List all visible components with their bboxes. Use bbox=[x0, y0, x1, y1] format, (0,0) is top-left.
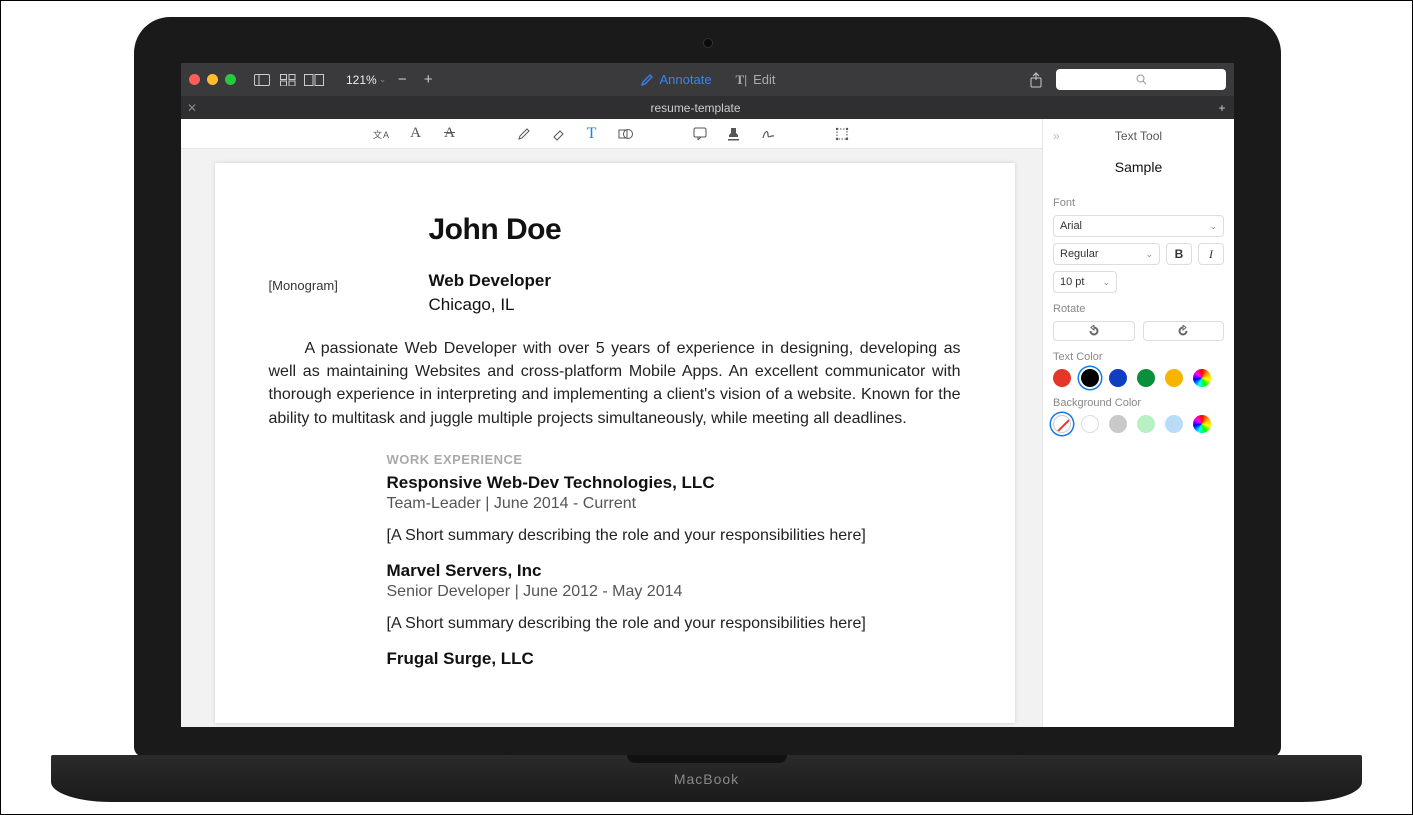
document-tab[interactable]: ✕ resume-template bbox=[181, 101, 1210, 115]
sample-preview: Sample bbox=[1053, 159, 1224, 175]
close-window-button[interactable] bbox=[189, 74, 200, 85]
job-company: Marvel Servers, Inc bbox=[387, 561, 961, 581]
monogram-placeholder: [Monogram] bbox=[269, 278, 338, 293]
zoom-control[interactable]: 121% ⌄ bbox=[346, 73, 386, 87]
note-tool-icon[interactable] bbox=[689, 123, 711, 145]
color-swatch-grey[interactable] bbox=[1109, 415, 1127, 433]
color-swatch-blue[interactable] bbox=[1109, 369, 1127, 387]
resume-name: John Doe bbox=[429, 213, 961, 247]
job-meta: Team-Leader | June 2014 - Current bbox=[387, 495, 961, 513]
color-swatch-yellow[interactable] bbox=[1165, 369, 1183, 387]
rotate-label: Rotate bbox=[1053, 303, 1224, 315]
minimize-window-button[interactable] bbox=[207, 74, 218, 85]
fullscreen-window-button[interactable] bbox=[225, 74, 236, 85]
annotate-label: Annotate bbox=[660, 72, 712, 87]
zoom-in-button[interactable]: + bbox=[418, 71, 438, 89]
annotation-toolbar: 文A A A T bbox=[181, 119, 1042, 149]
text-tool-icon[interactable]: T bbox=[581, 123, 603, 145]
font-family-value: Arial bbox=[1060, 220, 1082, 232]
laptop-brand: MacBook bbox=[674, 771, 739, 787]
shape-tool-icon[interactable] bbox=[615, 123, 637, 145]
job-entry: Marvel Servers, Inc Senior Developer | J… bbox=[387, 561, 961, 601]
selection-handles-icon[interactable] bbox=[831, 123, 853, 145]
bg-color-swatches bbox=[1053, 415, 1224, 433]
text-style-icon[interactable]: 文A bbox=[371, 123, 393, 145]
app-window: 121% ⌄ − + Annotate T| Edit bbox=[181, 63, 1234, 727]
collapse-inspector-icon[interactable]: » bbox=[1053, 129, 1060, 143]
bold-button[interactable]: B bbox=[1166, 243, 1192, 265]
zoom-value: 121% bbox=[346, 73, 377, 87]
camera bbox=[703, 38, 713, 48]
zoom-out-button[interactable]: − bbox=[392, 71, 412, 89]
font-size-select[interactable]: 10 pt ⌄ bbox=[1053, 271, 1117, 293]
font-size-value: 10 pt bbox=[1060, 276, 1084, 288]
stamp-tool-icon[interactable] bbox=[723, 123, 745, 145]
edit-mode-button[interactable]: T| Edit bbox=[736, 72, 776, 88]
italic-button[interactable]: I bbox=[1198, 243, 1224, 265]
inspector-title: Text Tool bbox=[1115, 129, 1162, 143]
tab-title: resume-template bbox=[650, 101, 740, 115]
rotate-ccw-button[interactable] bbox=[1053, 321, 1135, 341]
job-entry: Responsive Web-Dev Technologies, LLC Tea… bbox=[387, 473, 961, 513]
resume-summary: A passionate Web Developer with over 5 y… bbox=[269, 337, 961, 430]
color-swatch-lightblue[interactable] bbox=[1165, 415, 1183, 433]
highlight-a-icon[interactable]: A bbox=[405, 123, 427, 145]
color-swatch-none[interactable] bbox=[1053, 415, 1071, 433]
document-canvas[interactable]: John Doe [Monogram] Web Developer Chicag… bbox=[181, 149, 1042, 727]
color-picker-button[interactable] bbox=[1193, 415, 1211, 433]
color-swatch-lightgreen[interactable] bbox=[1137, 415, 1155, 433]
two-page-icon[interactable] bbox=[304, 71, 324, 89]
search-input[interactable] bbox=[1056, 69, 1226, 90]
font-family-select[interactable]: Arial ⌄ bbox=[1053, 215, 1224, 237]
signature-tool-icon[interactable] bbox=[757, 123, 779, 145]
thumbnails-icon[interactable] bbox=[278, 71, 298, 89]
inspector-panel: » Text Tool Sample Font Arial ⌄ Regular … bbox=[1042, 119, 1234, 727]
color-picker-button[interactable] bbox=[1193, 369, 1211, 387]
titlebar: 121% ⌄ − + Annotate T| Edit bbox=[181, 63, 1234, 96]
pencil-tool-icon[interactable] bbox=[513, 123, 535, 145]
job-description: [A Short summary describing the role and… bbox=[387, 615, 961, 633]
window-controls bbox=[189, 74, 236, 85]
job-company: Frugal Surge, LLC bbox=[387, 649, 961, 669]
annotate-mode-button[interactable]: Annotate bbox=[640, 72, 712, 87]
job-company: Responsive Web-Dev Technologies, LLC bbox=[387, 473, 961, 493]
resume-role: Web Developer bbox=[429, 271, 961, 291]
job-entry: Frugal Surge, LLC bbox=[387, 649, 961, 669]
new-tab-button[interactable]: + bbox=[1210, 101, 1234, 115]
laptop-base: MacBook bbox=[51, 755, 1362, 802]
text-color-label: Text Color bbox=[1053, 351, 1224, 363]
strikethrough-a-icon[interactable]: A bbox=[439, 123, 461, 145]
color-swatch-white[interactable] bbox=[1081, 415, 1099, 433]
eraser-tool-icon[interactable] bbox=[547, 123, 569, 145]
font-label: Font bbox=[1053, 197, 1224, 209]
color-swatch-red[interactable] bbox=[1053, 369, 1071, 387]
edit-label: Edit bbox=[753, 72, 775, 87]
chevron-down-icon: ⌄ bbox=[1145, 249, 1153, 260]
job-description: [A Short summary describing the role and… bbox=[387, 527, 961, 545]
document-page: John Doe [Monogram] Web Developer Chicag… bbox=[215, 163, 1015, 723]
font-weight-select[interactable]: Regular ⌄ bbox=[1053, 243, 1160, 265]
tab-bar: ✕ resume-template + bbox=[181, 96, 1234, 119]
share-icon[interactable] bbox=[1026, 71, 1046, 89]
close-tab-icon[interactable]: ✕ bbox=[187, 101, 197, 115]
chevron-down-icon: ⌄ bbox=[379, 74, 387, 85]
color-swatch-black[interactable] bbox=[1081, 369, 1099, 387]
bg-color-label: Background Color bbox=[1053, 397, 1224, 409]
resume-location: Chicago, IL bbox=[429, 295, 961, 315]
rotate-cw-button[interactable] bbox=[1143, 321, 1225, 341]
text-color-swatches bbox=[1053, 369, 1224, 387]
font-weight-value: Regular bbox=[1060, 248, 1099, 260]
section-work-experience: WORK EXPERIENCE bbox=[387, 452, 961, 467]
laptop-frame: 121% ⌄ − + Annotate T| Edit bbox=[134, 17, 1281, 757]
svg-text:A: A bbox=[383, 130, 389, 140]
sidebar-toggle-icon[interactable] bbox=[252, 71, 272, 89]
chevron-down-icon: ⌄ bbox=[1102, 277, 1110, 288]
chevron-down-icon: ⌄ bbox=[1209, 221, 1217, 232]
svg-text:文: 文 bbox=[373, 129, 382, 140]
job-meta: Senior Developer | June 2012 - May 2014 bbox=[387, 583, 961, 601]
color-swatch-green[interactable] bbox=[1137, 369, 1155, 387]
